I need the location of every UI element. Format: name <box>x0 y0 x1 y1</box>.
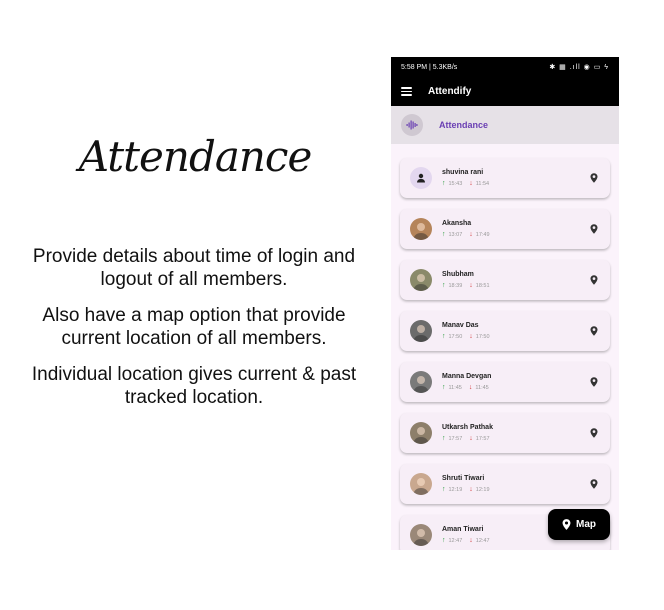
member-times: ↑ 18:39 ↓ 18:51 <box>442 282 588 289</box>
member-card[interactable]: Akansha ↑ 13:07 ↓ 17:49 <box>400 209 610 249</box>
status-icons: ✱ ▦ .ıll ◉ ▭ ϟ <box>549 64 609 71</box>
map-button-label: Map <box>576 519 596 530</box>
location-pin-icon[interactable] <box>588 274 600 286</box>
arrow-down-icon: ↓ <box>469 333 473 340</box>
avatar <box>410 422 432 444</box>
audio-wave-icon <box>401 114 423 136</box>
attendance-label: Attendance <box>439 120 489 130</box>
member-info: Akansha ↑ 13:07 ↓ 17:49 <box>442 220 588 238</box>
arrow-up-icon: ↑ <box>442 282 446 289</box>
location-pin-icon[interactable] <box>588 325 600 337</box>
person-icon <box>410 167 432 189</box>
logout-time: 11:54 <box>475 180 490 187</box>
login-time: 18:39 <box>448 282 463 289</box>
member-info: Utkarsh Pathak ↑ 17:57 ↓ 17:57 <box>442 424 588 442</box>
location-pin-icon <box>562 519 571 530</box>
member-name: Akansha <box>442 220 472 227</box>
arrow-up-icon: ↑ <box>442 180 446 187</box>
status-bar: 5:58 PM | 5.3KB/s ✱ ▦ .ıll ◉ ▭ ϟ <box>391 57 619 77</box>
arrow-down-icon: ↓ <box>469 231 473 238</box>
logout-time: 12:19 <box>475 486 490 493</box>
avatar <box>410 371 432 393</box>
member-name: shuvina rani <box>442 169 484 176</box>
login-time: 11:45 <box>448 384 462 391</box>
location-pin-icon[interactable] <box>588 478 600 490</box>
location-pin-icon[interactable] <box>588 427 600 439</box>
avatar <box>410 524 432 546</box>
location-pin-icon[interactable] <box>588 376 600 388</box>
arrow-up-icon: ↑ <box>442 231 446 238</box>
avatar <box>410 269 432 291</box>
login-time: 12:19 <box>448 486 463 493</box>
member-times: ↑ 12:19 ↓ 12:19 <box>442 486 588 493</box>
member-info: Manav Das ↑ 17:50 ↓ 17:50 <box>442 322 588 340</box>
login-time: 15:43 <box>448 180 463 187</box>
member-times: ↑ 13:07 ↓ 17:49 <box>442 231 588 238</box>
member-list: shuvina rani ↑ 15:43 ↓ 11:54 Akansha ↑ 13:07 ↓ 17… <box>400 158 610 550</box>
arrow-up-icon: ↑ <box>442 435 446 442</box>
app-bar: Attendify <box>391 77 619 106</box>
arrow-down-icon: ↓ <box>468 384 473 391</box>
logout-time: 11:45 <box>475 384 489 391</box>
arrow-down-icon: ↓ <box>469 537 473 544</box>
member-card[interactable]: shuvina rani ↑ 15:43 ↓ 11:54 <box>400 158 610 198</box>
member-info: Shubham ↑ 18:39 ↓ 18:51 <box>442 271 588 289</box>
arrow-down-icon: ↓ <box>469 486 473 493</box>
member-times: ↑ 15:43 ↓ 11:54 <box>442 180 588 187</box>
login-time: 17:50 <box>448 333 463 340</box>
logout-time: 17:49 <box>475 231 490 238</box>
promo-paragraph-map: Also have a map option that provide curr… <box>42 305 346 349</box>
member-card[interactable]: Shruti Tiwari ↑ 12:19 ↓ 12:19 <box>400 464 610 504</box>
member-name: Manna Devgan <box>442 373 492 380</box>
location-pin-icon[interactable] <box>588 172 600 184</box>
arrow-down-icon: ↓ <box>469 435 473 442</box>
logout-time: 17:57 <box>475 435 490 442</box>
arrow-down-icon: ↓ <box>469 180 473 187</box>
promo-title: Attendance <box>78 132 313 181</box>
map-button[interactable]: Map <box>548 509 610 540</box>
arrow-up-icon: ↑ <box>442 486 446 493</box>
status-time: 5:58 PM | 5.3KB/s <box>401 63 458 71</box>
logout-time: 18:51 <box>475 282 490 289</box>
menu-icon[interactable] <box>401 87 412 96</box>
logout-time: 12:47 <box>475 537 490 544</box>
member-info: shuvina rani ↑ 15:43 ↓ 11:54 <box>442 169 588 187</box>
member-info: Manna Devgan ↑ 11:45 ↓ 11:45 <box>442 373 588 391</box>
arrow-up-icon: ↑ <box>442 384 446 391</box>
member-card[interactable]: Shubham ↑ 18:39 ↓ 18:51 <box>400 260 610 300</box>
app-title: Attendify <box>428 86 472 97</box>
member-times: ↑ 17:57 ↓ 17:57 <box>442 435 588 442</box>
member-card[interactable]: Manav Das ↑ 17:50 ↓ 17:50 <box>400 311 610 351</box>
arrow-down-icon: ↓ <box>469 282 473 289</box>
member-times: ↑ 17:50 ↓ 17:50 <box>442 333 588 340</box>
promo-paragraph-location: Individual location gives current & past… <box>31 364 357 408</box>
member-card[interactable]: Utkarsh Pathak ↑ 17:57 ↓ 17:57 <box>400 413 610 453</box>
member-name: Utkarsh Pathak <box>442 424 493 431</box>
avatar <box>410 473 432 495</box>
login-time: 13:07 <box>448 231 463 238</box>
attendance-section-header[interactable]: Attendance <box>391 106 619 144</box>
arrow-up-icon: ↑ <box>442 333 446 340</box>
member-name: Shubham <box>442 271 474 278</box>
member-info: Shruti Tiwari ↑ 12:19 ↓ 12:19 <box>442 475 588 493</box>
location-pin-icon[interactable] <box>588 223 600 235</box>
member-card[interactable]: Manna Devgan ↑ 11:45 ↓ 11:45 <box>400 362 610 402</box>
avatar <box>410 218 432 240</box>
avatar <box>410 320 432 342</box>
login-time: 17:57 <box>448 435 463 442</box>
logout-time: 17:50 <box>475 333 490 340</box>
promo-paragraph-login: Provide details about time of login and … <box>32 246 356 290</box>
arrow-up-icon: ↑ <box>442 537 446 544</box>
login-time: 12:47 <box>448 537 463 544</box>
phone-screen: 5:58 PM | 5.3KB/s ✱ ▦ .ıll ◉ ▭ ϟ Attendi… <box>391 57 619 550</box>
member-times: ↑ 11:45 ↓ 11:45 <box>442 384 588 391</box>
member-name: Shruti Tiwari <box>442 475 485 482</box>
member-name: Manav Das <box>442 322 479 329</box>
